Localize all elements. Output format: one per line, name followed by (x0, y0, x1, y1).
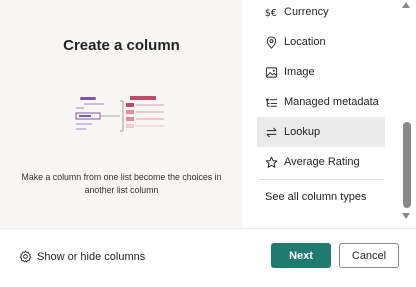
column-type-label: Managed metadata (284, 96, 379, 108)
scroll-down-arrow-icon[interactable] (402, 213, 410, 219)
column-type-average-rating[interactable]: Average Rating (257, 147, 385, 177)
preview-title: Create a column (63, 37, 180, 54)
column-type-lookup[interactable]: Lookup (257, 117, 385, 147)
see-all-column-types-link[interactable]: See all column types (265, 191, 367, 203)
image-icon (264, 65, 278, 79)
lookup-arrows-icon (264, 125, 278, 139)
column-type-location[interactable]: Location (257, 27, 385, 57)
column-type-currency[interactable]: $€ Currency (257, 0, 385, 27)
list-divider (259, 179, 384, 180)
show-hide-columns-label: Show or hide columns (37, 250, 146, 263)
column-type-label: Image (284, 66, 315, 78)
lookup-illustration (75, 96, 164, 132)
gear-icon (19, 250, 32, 263)
column-type-label: Location (284, 36, 326, 48)
svg-text:$€: $€ (265, 8, 277, 19)
preview-panel: Create a column Make a column from one l… (0, 0, 243, 228)
column-type-managed-metadata[interactable]: Managed metadata (257, 87, 385, 117)
location-pin-icon (264, 35, 278, 49)
cancel-button[interactable]: Cancel (339, 243, 399, 268)
scrollbar-thumb[interactable] (403, 122, 411, 208)
column-type-label: Average Rating (284, 156, 360, 168)
footer-divider (0, 228, 416, 229)
scroll-up-arrow-icon[interactable] (402, 2, 410, 8)
show-hide-columns-link[interactable]: Show or hide columns (19, 250, 145, 263)
column-type-image[interactable]: Image (257, 57, 385, 87)
next-button[interactable]: Next (271, 243, 331, 268)
currency-icon: $€ (264, 5, 278, 19)
preview-description: Make a column from one list become the c… (21, 172, 222, 195)
column-type-label: Currency (284, 6, 329, 18)
create-column-dialog: Create a column Make a column from one l… (0, 0, 416, 287)
managed-metadata-icon (264, 95, 278, 109)
column-type-label: Lookup (284, 126, 321, 138)
star-icon (264, 155, 278, 169)
